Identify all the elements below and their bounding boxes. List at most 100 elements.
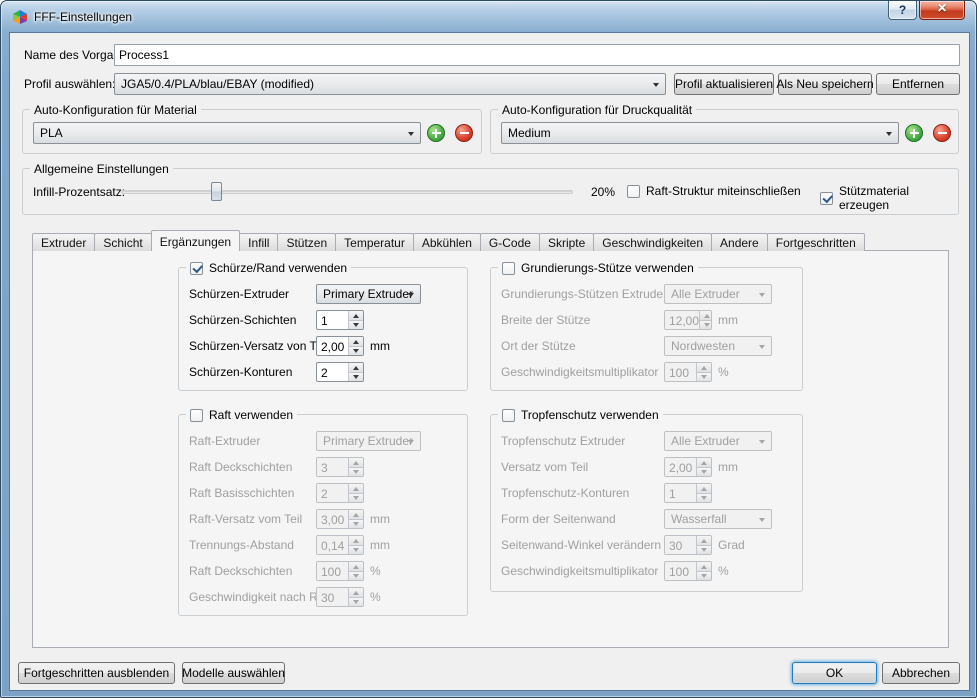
spin-down-icon [349, 546, 363, 555]
skirt-outlines-spinner[interactable]: 2 [316, 362, 364, 382]
spin-down-icon [697, 373, 711, 382]
spin-up-icon [349, 510, 363, 520]
form-row: Raft-Versatz vom Teil 3,00 mm [189, 509, 459, 529]
tab-fortgeschritten[interactable]: Fortgeschritten [767, 233, 865, 251]
update-profile-button[interactable]: Profil aktualisieren [674, 73, 774, 95]
ooze-outlines-spinner: 1 [664, 483, 712, 503]
pillar-width-spinner: 12,00 [664, 310, 712, 330]
above-raft-speed-spinner: 30 [316, 587, 364, 607]
spin-down-icon [700, 321, 711, 330]
spin-up-icon [697, 484, 711, 494]
general-settings-title: Allgemeine Einstellungen [34, 162, 169, 176]
spin-down-icon [349, 494, 363, 503]
raft-extruder-select: Primary Extruder [316, 431, 421, 451]
quality-select[interactable]: Medium [501, 122, 899, 144]
profile-select[interactable]: JGA5/0.4/PLA/blau/EBAY (modified) [114, 73, 666, 95]
chevron-down-icon [408, 293, 414, 297]
app-icon [12, 9, 28, 25]
spin-down-icon[interactable] [349, 347, 363, 356]
form-row: Seitenwand-Winkel verändern 30 Grad [501, 535, 794, 555]
hide-advanced-button[interactable]: Fortgeschritten ausblenden [18, 662, 175, 684]
cancel-button[interactable]: Abbrechen [882, 662, 960, 684]
tab-geschwindigkeiten[interactable]: Geschwindigkeiten [593, 233, 712, 251]
skirt-offset-spinner[interactable]: 2,00 [316, 336, 364, 356]
tab-temperatur[interactable]: Temperatur [335, 233, 414, 251]
auto-material-group: Auto-Konfiguration für Material PLA [22, 109, 482, 154]
infill-slider[interactable] [121, 182, 573, 202]
prime-pillar-group-title: Grundierungs-Stütze verwenden [521, 261, 694, 275]
window-controls [888, 1, 965, 20]
form-row: Versatz vom Teil 2,00 mm [501, 457, 794, 477]
form-row: Tropfenschutz-Konturen 1 [501, 483, 794, 503]
raft-structure-checkbox[interactable] [627, 185, 640, 198]
form-row: Schürzen-Schichten 1 [189, 310, 459, 330]
form-row: Schürzen-Versatz von Teil 2,00 mm [189, 336, 459, 356]
chevron-down-icon [408, 440, 414, 444]
form-row: Geschwindigkeit nach Raft 30 % [189, 587, 459, 607]
ok-button[interactable]: OK [792, 662, 877, 684]
tab-abkuehlen[interactable]: Abkühlen [413, 233, 481, 251]
skirt-extruder-select[interactable]: Primary Extruder [316, 284, 421, 304]
save-as-new-button[interactable]: Als Neu speichern [778, 73, 872, 95]
spin-down-icon [697, 546, 711, 555]
skirt-layers-spinner[interactable]: 1 [316, 310, 364, 330]
remove-quality-button[interactable] [933, 124, 951, 142]
tab-gcode[interactable]: G-Code [480, 233, 540, 251]
tab-stuetzen[interactable]: Stützen [277, 233, 336, 251]
general-settings-group: Allgemeine Einstellungen Infill-Prozents… [22, 168, 959, 215]
remove-profile-button[interactable]: Entfernen [876, 73, 960, 95]
form-row: Raft Deckschichten 100 % [189, 561, 459, 581]
infill-percent-label: Infill-Prozentsatz: [33, 185, 125, 199]
raft-base-layers-spinner: 2 [316, 483, 364, 503]
chevron-down-icon [408, 132, 414, 136]
help-button[interactable] [888, 1, 917, 20]
form-row: Tropfenschutz Extruder Alle Extruder [501, 431, 794, 451]
spin-up-icon[interactable] [349, 363, 363, 373]
tab-extruder[interactable]: Extruder [32, 233, 95, 251]
raft-structure-checkbox-row: Raft-Struktur miteinschließen [627, 184, 801, 198]
dialog-client-area: Name des Vorgangs: Profil auswählen: JGA… [9, 32, 970, 691]
form-row: Breite der Stütze 12,00 mm [501, 310, 794, 330]
add-quality-button[interactable] [905, 124, 923, 142]
form-row: Form der Seitenwand Wasserfall [501, 509, 794, 529]
tab-infill[interactable]: Infill [239, 233, 278, 251]
slider-handle[interactable] [211, 182, 222, 201]
tab-skripte[interactable]: Skripte [539, 233, 594, 251]
remove-material-button[interactable] [455, 124, 473, 142]
profile-select-label: Profil auswählen: [24, 77, 115, 91]
slider-track [121, 190, 573, 194]
form-row: Trennungs-Abstand 0,14 mm [189, 535, 459, 555]
material-select[interactable]: PLA [33, 122, 421, 144]
chevron-down-icon [759, 345, 765, 349]
skirt-enable-checkbox[interactable] [190, 262, 203, 275]
spin-down-icon[interactable] [349, 321, 363, 330]
add-material-button[interactable] [427, 124, 445, 142]
chevron-down-icon [653, 83, 659, 87]
spin-up-icon [697, 458, 711, 468]
settings-tabbar: Extruder Schicht Ergänzungen Infill Stüt… [32, 230, 864, 251]
support-material-checkbox[interactable] [820, 192, 833, 205]
ooze-shield-enable-checkbox[interactable] [502, 409, 515, 422]
sidewall-angle-spinner: 30 [664, 535, 712, 555]
prime-pillar-enable-checkbox[interactable] [502, 262, 515, 275]
spin-up-icon[interactable] [349, 311, 363, 321]
tab-ergaenzungen[interactable]: Ergänzungen [151, 230, 240, 251]
support-material-checkbox-label: Stützmaterial erzeugen [839, 184, 958, 212]
spin-up-icon [697, 562, 711, 572]
tab-schicht[interactable]: Schicht [94, 233, 151, 251]
raft-enable-checkbox[interactable] [190, 409, 203, 422]
close-button[interactable] [919, 1, 965, 20]
spin-up-icon [349, 562, 363, 572]
spin-down-icon [697, 468, 711, 477]
process-name-input[interactable] [114, 44, 960, 66]
form-row: Schürzen-Konturen 2 [189, 362, 459, 382]
tab-pane-ergaenzungen: Schürze/Rand verwenden Schürzen-Extruder… [32, 250, 949, 648]
tab-andere[interactable]: Andere [711, 233, 768, 251]
spin-up-icon[interactable] [349, 337, 363, 347]
form-row: Grundierungs-Stützen Extruder Alle Extru… [501, 284, 794, 304]
raft-top-layers-spinner: 3 [316, 457, 364, 477]
auto-quality-group: Auto-Konfiguration für Druckqualität Med… [490, 109, 959, 154]
select-models-button[interactable]: Modelle auswählen [182, 662, 285, 684]
spin-up-icon [349, 484, 363, 494]
spin-down-icon[interactable] [349, 373, 363, 382]
